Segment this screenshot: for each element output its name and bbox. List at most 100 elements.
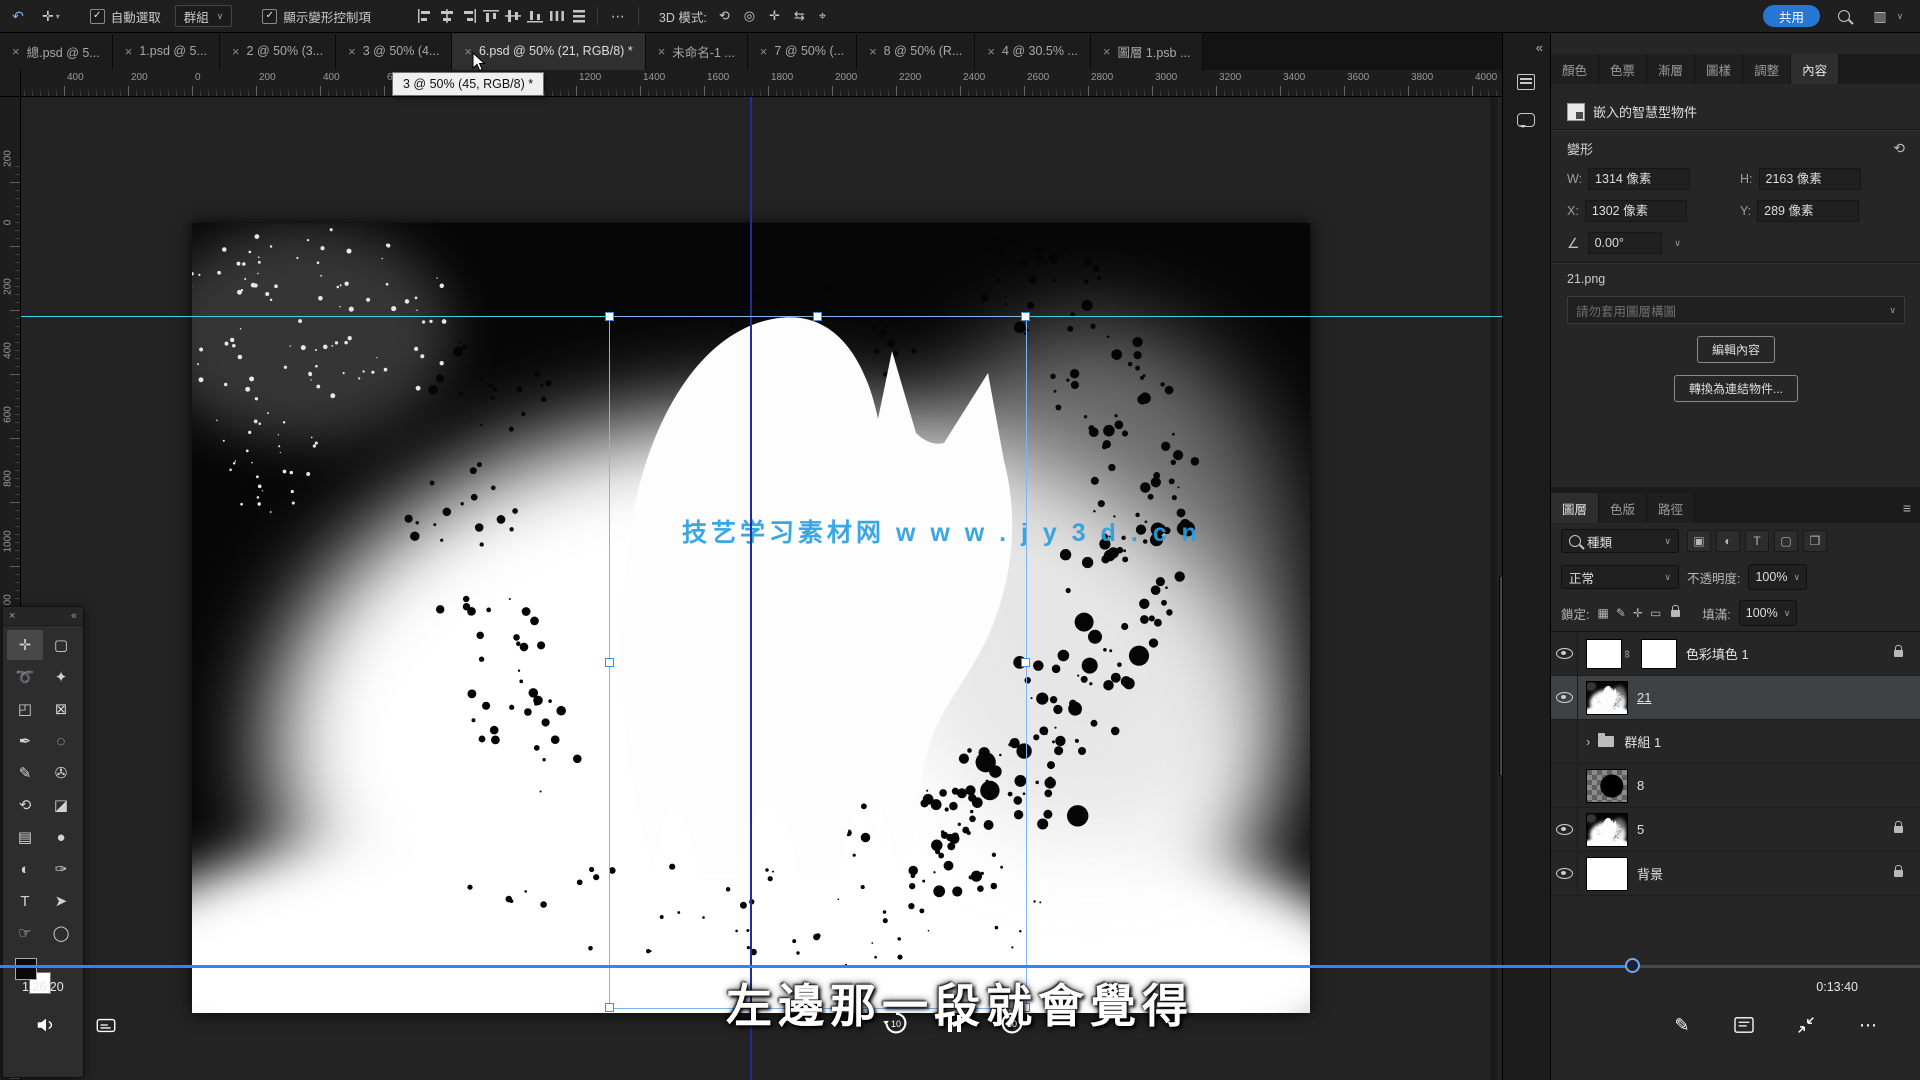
lock-artboard-icon[interactable]: ▭ [1650, 606, 1661, 620]
visibility-toggle[interactable] [1551, 808, 1578, 851]
more-align-options-icon[interactable]: ⋯ [608, 5, 628, 27]
canvas-area[interactable]: 技艺学习素材网 w w w . j y 3 d . c n [20, 96, 1502, 1080]
filter-adjustment-layers-icon[interactable]: ◐ [1716, 530, 1740, 552]
fill-field[interactable]: 100% ∨ [1739, 600, 1798, 626]
mask-link-icon[interactable]: ∞ [1621, 650, 1633, 658]
expand-group-icon[interactable]: › [1586, 734, 1590, 749]
path-selection-tool[interactable]: ➤ [43, 886, 79, 916]
layer-thumbnail[interactable] [1587, 858, 1627, 890]
document-tab[interactable]: ×7 @ 50% (... [748, 32, 857, 70]
document-tab[interactable]: ×2 @ 50% (3... [220, 32, 336, 70]
document-tab[interactable]: ×總.psd @ 5... [0, 32, 113, 70]
gradient-tool[interactable]: ▤ [7, 822, 43, 852]
layers-tab-2[interactable]: 路徑 [1647, 493, 1695, 523]
rotation-dropdown-icon[interactable]: ∨ [1670, 232, 1686, 254]
frame-tool[interactable]: ⊠ [43, 694, 79, 724]
panel-tab-2[interactable]: 漸層 [1647, 54, 1695, 84]
layer-row[interactable]: 5 [1551, 808, 1920, 852]
chevron-down-icon[interactable]: ∨ [1890, 5, 1910, 27]
close-tab-icon[interactable]: × [658, 44, 666, 59]
transform-handle[interactable] [813, 312, 822, 321]
layer-name[interactable]: 色彩填色 1 [1686, 644, 1749, 663]
layer-name[interactable]: 群組 1 [1624, 732, 1661, 751]
document-tab[interactable]: ×3 @ 50% (4... [336, 32, 452, 70]
transform-handle[interactable] [1021, 658, 1030, 667]
notes-panel-icon[interactable] [1728, 1008, 1760, 1042]
close-panel-icon[interactable]: × [9, 610, 15, 622]
layer-row[interactable]: ∞ 色彩填色 1 [1551, 632, 1920, 676]
roll-3d-icon[interactable]: ◎ [744, 8, 755, 24]
mask-thumbnail[interactable] [1642, 640, 1676, 668]
close-tab-icon[interactable]: × [125, 44, 133, 59]
eyedropper-tool[interactable]: ✒ [7, 726, 43, 756]
panel-tab-1[interactable]: 色票 [1599, 54, 1647, 84]
layer-thumbnail[interactable] [1587, 770, 1627, 802]
layer-name[interactable]: 背景 [1637, 864, 1663, 883]
exit-fullscreen-icon[interactable] [1790, 1008, 1822, 1042]
zoom-tool[interactable]: ◯ [43, 918, 79, 948]
home-back-icon[interactable]: ↶ [8, 5, 28, 27]
layers-tab-0[interactable]: 圖層 [1551, 493, 1599, 523]
ruler-origin-corner[interactable] [0, 70, 21, 97]
rewind-10-button[interactable]: 10 [880, 1006, 912, 1040]
layer-thumbnail[interactable] [1587, 682, 1627, 714]
slide-3d-icon[interactable]: ⇆ [794, 8, 805, 24]
move-tool-indicator[interactable]: ✛ ▾ [42, 8, 60, 25]
transform-handle[interactable] [605, 658, 614, 667]
dodge-tool[interactable]: ◐ [7, 854, 43, 884]
visibility-toggle[interactable] [1551, 676, 1578, 719]
expand-panels-icon[interactable]: « [1536, 40, 1543, 55]
pen-tool[interactable]: ✑ [43, 854, 79, 884]
document-tab[interactable]: ×4 @ 30.5% ... [975, 32, 1091, 70]
blend-mode-select[interactable]: 正常 ∨ [1561, 565, 1679, 589]
forward-30-button[interactable]: 30 [996, 1006, 1028, 1040]
type-tool[interactable]: T [7, 886, 43, 916]
filter-shape-layers-icon[interactable]: ▢ [1774, 530, 1798, 552]
blur-tool[interactable]: ● [43, 822, 79, 852]
healing-brush-tool[interactable]: ◌ [43, 726, 79, 756]
filter-type-layers-icon[interactable]: T [1745, 530, 1769, 552]
reset-transform-icon[interactable]: ⟲ [1893, 140, 1905, 157]
height-field[interactable]: 2163 像素 [1759, 168, 1861, 190]
subtitles-icon[interactable] [90, 1008, 122, 1042]
brush-tool[interactable]: ✎ [7, 758, 43, 788]
collapse-panel-icon[interactable]: « [71, 610, 77, 622]
lock-all-icon[interactable] [1671, 610, 1680, 617]
close-tab-icon[interactable]: × [12, 44, 20, 59]
document-tab[interactable]: ×1.psd @ 5... [113, 32, 220, 70]
rectangular-marquee-tool[interactable]: ▢ [43, 630, 79, 660]
eraser-tool[interactable]: ◪ [43, 790, 79, 820]
align-horizontal-centers-icon[interactable] [439, 9, 455, 23]
panel-tab-3[interactable]: 圖樣 [1695, 54, 1743, 84]
visibility-toggle[interactable] [1551, 720, 1578, 763]
transform-handle[interactable] [1021, 312, 1030, 321]
distribute-vertical-icon[interactable] [571, 9, 587, 23]
hand-tool[interactable]: ☞ [7, 918, 43, 948]
pause-button[interactable] [938, 1006, 970, 1040]
close-tab-icon[interactable]: × [760, 44, 768, 59]
scale-3d-icon[interactable]: ⌖ [819, 8, 826, 24]
layer-row[interactable]: 8 [1551, 764, 1920, 808]
document-tab[interactable]: ×圖層 1.psb ... [1091, 32, 1204, 70]
close-tab-icon[interactable]: × [348, 44, 356, 59]
search-icon[interactable] [1838, 10, 1850, 22]
panel-tab-5[interactable]: 內容 [1791, 54, 1839, 84]
close-tab-icon[interactable]: × [987, 44, 995, 59]
history-brush-tool[interactable]: ⟲ [7, 790, 43, 820]
clone-stamp-tool[interactable]: ✇ [43, 758, 79, 788]
layer-row[interactable]: 21 [1551, 676, 1920, 720]
lasso-tool[interactable]: ➰ [7, 662, 43, 692]
opacity-field[interactable]: 100% ∨ [1748, 564, 1807, 590]
filter-pixel-layers-icon[interactable]: ▣ [1687, 530, 1711, 552]
layer-name[interactable]: 8 [1637, 778, 1644, 793]
visibility-toggle[interactable] [1551, 632, 1578, 675]
properties-panel-icon[interactable] [1511, 68, 1541, 96]
align-top-edges-icon[interactable] [483, 9, 499, 23]
canvas-scrollbar[interactable] [1490, 96, 1497, 1080]
auto-select-mode-select[interactable]: 群組 ∨ [175, 5, 233, 27]
share-button[interactable]: 共用 [1763, 5, 1820, 27]
crop-tool[interactable]: ◰ [7, 694, 43, 724]
distribute-horizontal-icon[interactable] [549, 9, 565, 23]
fill-layer-thumbnail[interactable] [1587, 640, 1621, 668]
horizontal-ruler[interactable]: 4002000200400600800100012001400160018002… [0, 70, 1502, 97]
